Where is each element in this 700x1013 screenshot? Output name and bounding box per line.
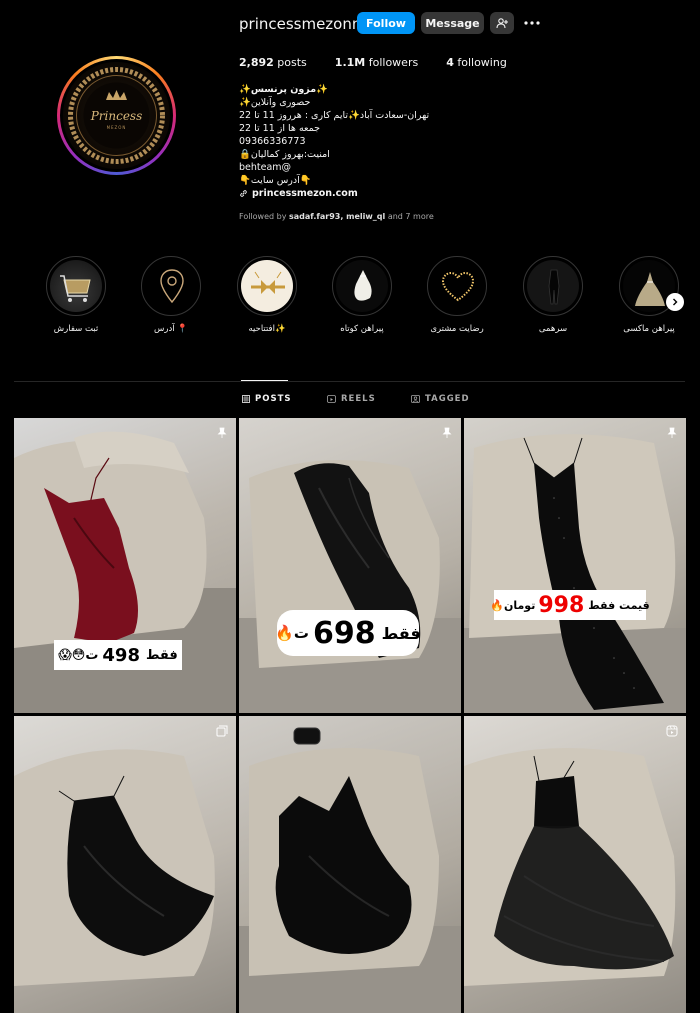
add-user-icon — [496, 18, 508, 29]
tagged-icon — [411, 395, 420, 403]
grid-icon — [242, 395, 250, 403]
pinned-icon — [216, 424, 228, 443]
highlight-label: پیراهن ماکسی — [623, 324, 675, 334]
tab-tagged[interactable]: TAGGED — [411, 394, 470, 404]
tabs-active-indicator — [241, 380, 288, 381]
followers-stat[interactable]: 1.1M followers — [335, 56, 418, 69]
black-flared-dress-image — [239, 727, 461, 1013]
reels-icon — [327, 395, 336, 403]
highlight-satisfaction[interactable]: رضایت مشتری — [417, 256, 497, 334]
price-tag: فقط 498 ت😳😱 — [54, 640, 182, 670]
tabs-divider — [14, 381, 685, 382]
post-tile[interactable] — [464, 716, 686, 1013]
pinned-icon — [666, 424, 678, 443]
bio-line: 09366336773 — [239, 136, 306, 147]
highlights-next-button[interactable] — [666, 293, 684, 311]
highlight-short-dress[interactable]: پیراهن کوتاه — [322, 256, 402, 334]
highlight-order[interactable]: ثبت سفارش — [36, 256, 116, 334]
post-tile[interactable] — [239, 716, 461, 1013]
pinned-icon — [441, 424, 453, 443]
highlight-label: آدرس 📍 — [154, 324, 188, 334]
tab-reels[interactable]: REELS — [327, 394, 376, 404]
profile-username: princessmezonn — [239, 15, 362, 33]
highlight-label: پیراهن کوتاه — [340, 324, 384, 334]
black-tulle-dress-image — [464, 748, 676, 986]
profile-stats: 2,892 posts 1.1M followers 4 following — [239, 56, 535, 69]
more-options-button[interactable] — [521, 12, 543, 34]
opening-ribbon-icon — [251, 271, 285, 294]
bio-line: 👇آدرس سایت👇 — [239, 175, 312, 186]
profile-bio: ✨مزون پرنسس✨ ✨حصوری وآنلاین تهران-سعادت … — [239, 83, 469, 200]
bio-line: تهران-سعادت آباد✨تایم کاری : هرروز 11 تا… — [239, 110, 430, 121]
price-tag: فقط 698 ت🔥 — [275, 610, 421, 656]
highlight-jumpsuit[interactable]: سرهمی — [513, 256, 593, 334]
location-pin-icon — [160, 269, 184, 304]
post-tile[interactable] — [14, 716, 236, 1013]
post-tile[interactable]: فقط 498 ت😳😱 — [14, 418, 236, 713]
highlight-label: رضایت مشتری — [430, 324, 484, 334]
post-tile[interactable]: فقط 698 ت🔥 — [239, 418, 461, 713]
highlight-address[interactable]: آدرس 📍 — [131, 256, 211, 334]
black-satin-dress-image — [239, 460, 461, 713]
highlight-opening[interactable]: افتتاحیه✨ — [227, 256, 307, 334]
bio-line: behteam@ — [239, 162, 292, 173]
svg-text:MEZON: MEZON — [107, 125, 127, 130]
follow-button[interactable]: Follow — [357, 12, 415, 34]
svg-text:Princess: Princess — [90, 109, 143, 123]
black-sequin-dress-image — [464, 434, 686, 713]
price-tag: قیمت فقط 998 تومان🔥 — [490, 590, 650, 620]
chevron-right-icon — [673, 298, 678, 306]
more-dots-icon — [524, 21, 540, 25]
highlight-label: افتتاحیه✨ — [248, 324, 286, 334]
princess-logo: Princess MEZON — [68, 67, 165, 164]
link-icon — [240, 190, 247, 197]
black-mini-dress-image — [14, 749, 215, 986]
bio-line: ✨حصوری وآنلاین — [239, 97, 311, 108]
followed-by-text[interactable]: Followed by sadaf.far93, meliw_ql and 7 … — [239, 212, 434, 221]
profile-header: Princess MEZON princessmezonn Follow Mes… — [0, 0, 700, 240]
short-dress-icon — [354, 270, 372, 301]
shopping-cart-icon — [60, 275, 91, 302]
suggest-users-button[interactable] — [490, 12, 514, 34]
jumpsuit-icon — [548, 269, 560, 305]
story-highlights: ثبت سفارش آدرس 📍 افتتاحیه✨ پیراهن کوتاه … — [0, 256, 700, 356]
posts-grid: فقط 498 ت😳😱 فقط 698 ت🔥 قیمت فقط 998 توما… — [14, 418, 686, 1013]
highlight-label: سرهمی — [538, 324, 568, 334]
carousel-icon — [216, 722, 228, 741]
highlight-label: ثبت سفارش — [53, 324, 99, 334]
bio-website-link[interactable]: princessmezon.com — [239, 187, 469, 200]
following-stat[interactable]: 4 following — [446, 56, 507, 69]
bio-name: ✨مزون پرنسس✨ — [239, 84, 328, 95]
posts-stat: 2,892 posts — [239, 56, 307, 69]
bio-line: 🔒امنیت:بهروز کمالیان — [239, 149, 330, 160]
tab-posts[interactable]: POSTS — [242, 394, 292, 404]
profile-avatar: Princess MEZON — [63, 62, 170, 169]
bio-line: جمعه ها از 11 تا 22 — [239, 123, 320, 134]
post-tile[interactable]: قیمت فقط 998 تومان🔥 — [464, 418, 686, 713]
heart-icon — [441, 271, 475, 302]
message-button[interactable]: Message — [421, 12, 484, 34]
profile-avatar-ring[interactable]: Princess MEZON — [57, 56, 176, 175]
reel-icon — [666, 722, 678, 741]
